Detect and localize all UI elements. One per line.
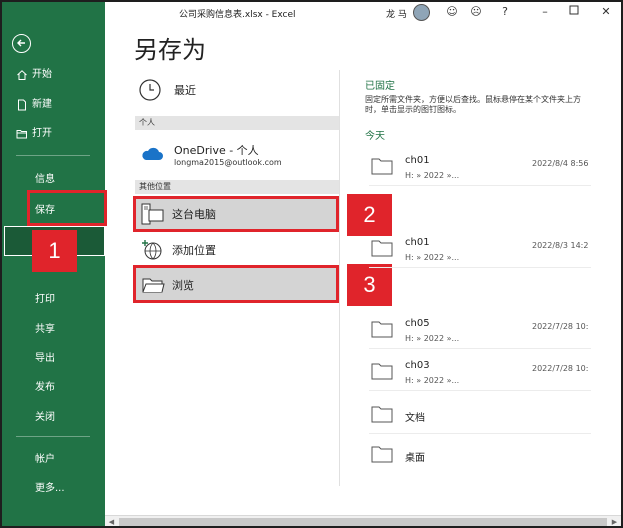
save-highlight-box: [27, 190, 107, 226]
location-label: 添加位置: [172, 244, 216, 257]
folder-item[interactable]: ch03 H: » 2022 »... 2022/7/28 10:: [369, 360, 591, 394]
maximize-icon[interactable]: [567, 5, 581, 19]
folder-date: 2022/8/4 8:56: [532, 159, 589, 168]
sidebar-item-publish[interactable]: 发布: [35, 378, 55, 393]
folder-date: 2022/8/3 14:2: [532, 241, 589, 250]
folder-name: ch01: [405, 237, 430, 248]
callout-2: 2: [347, 194, 392, 236]
folder-path: H: » 2022 »...: [405, 171, 460, 180]
horizontal-scrollbar[interactable]: ◀ ▶: [105, 515, 621, 526]
home-icon: [16, 69, 28, 81]
add-place-globe-icon: [141, 238, 165, 265]
column-divider: [339, 70, 340, 486]
title-bar: 公司采购信息表.xlsx - Excel 龙 马 ☺ ☹ ? – ✕: [105, 2, 621, 24]
folder-item[interactable]: ch05 H: » 2022 »... 2022/7/28 10:: [369, 318, 591, 352]
location-recent[interactable]: 最近: [138, 78, 196, 102]
pinned-description: 固定所需文件夹，方便以后查找。鼠标悬停在某个文件夹上方时，单击显示的图钉图标。: [365, 95, 581, 114]
folder-name: 文档: [405, 413, 425, 424]
folder-icon: [371, 362, 393, 384]
sidebar-item-home[interactable]: 开始: [16, 65, 52, 85]
minimize-icon[interactable]: –: [538, 5, 552, 19]
section-header-personal: 个人: [135, 116, 339, 130]
sidebar-item-new[interactable]: 新建: [16, 95, 52, 115]
folder-name: ch03: [405, 360, 430, 371]
sidebar-item-label: 新建: [32, 99, 52, 110]
section-header-other: 其他位置: [135, 180, 339, 194]
onedrive-name: OneDrive - 个人: [174, 144, 259, 157]
row-divider: [369, 185, 591, 186]
today-title: 今天: [365, 131, 385, 142]
folder-date: 2022/7/28 10:: [532, 364, 589, 373]
folder-path: H: » 2022 »...: [405, 253, 460, 262]
sidebar-item-export[interactable]: 导出: [35, 349, 55, 364]
window-title: 公司采购信息表.xlsx - Excel: [179, 10, 296, 20]
sidebar-item-info[interactable]: 信息: [35, 170, 55, 185]
this-pc-highlight-box: [133, 196, 339, 232]
sidebar-item-label: 打开: [32, 128, 52, 139]
row-divider: [369, 267, 591, 268]
folder-item[interactable]: ch01 H: » 2022 »... 2022/8/4 8:56: [369, 155, 591, 189]
row-divider: [369, 348, 591, 349]
sidebar-item-print[interactable]: 打印: [35, 290, 55, 305]
folder-date: 2022/7/28 10:: [532, 322, 589, 331]
open-folder-icon: [16, 128, 28, 140]
location-label: 最近: [174, 84, 196, 97]
folder-icon: [371, 157, 393, 179]
frown-feedback-icon[interactable]: ☹: [469, 5, 483, 19]
callout-1: 1: [32, 230, 77, 272]
folder-icon: [371, 445, 393, 467]
smile-feedback-icon[interactable]: ☺: [445, 5, 459, 19]
sidebar-item-more[interactable]: 更多...: [35, 479, 65, 494]
scrollbar-thumb[interactable]: [119, 518, 607, 526]
folder-path: H: » 2022 »...: [405, 334, 460, 343]
scroll-right-arrow-icon[interactable]: ▶: [610, 518, 619, 526]
scroll-left-arrow-icon[interactable]: ◀: [107, 518, 116, 526]
row-divider: [369, 433, 591, 434]
sidebar-item-share[interactable]: 共享: [35, 320, 55, 335]
close-icon[interactable]: ✕: [599, 5, 613, 19]
browse-highlight-box: [133, 265, 339, 303]
user-name[interactable]: 龙 马: [386, 7, 407, 20]
sidebar-divider: [16, 436, 90, 437]
new-file-icon: [16, 99, 28, 111]
sidebar-divider: [16, 155, 90, 156]
folder-name: ch05: [405, 318, 430, 329]
location-add-place[interactable]: 添加位置: [135, 232, 339, 266]
excel-backstage-window: 开始 新建 打开 信息 保存 打印 共享 导出 发布 关闭 帐户 更多... 1…: [0, 0, 623, 528]
folder-icon: [371, 320, 393, 342]
folder-item[interactable]: 文档: [369, 403, 591, 437]
row-divider: [369, 390, 591, 391]
back-arrow-icon[interactable]: [12, 34, 31, 53]
sidebar-item-account[interactable]: 帐户: [35, 450, 55, 465]
pinned-title: 已固定: [365, 81, 395, 92]
folder-icon: [371, 405, 393, 427]
folder-name: 桌面: [405, 453, 425, 464]
folder-path: H: » 2022 »...: [405, 376, 460, 385]
folder-icon: [371, 239, 393, 261]
clock-icon: [138, 78, 162, 102]
folder-item[interactable]: 桌面: [369, 443, 591, 477]
cloud-icon: [140, 146, 164, 166]
sidebar-item-close[interactable]: 关闭: [35, 408, 55, 423]
folder-name: ch01: [405, 155, 430, 166]
sidebar-item-label: 开始: [32, 69, 52, 80]
avatar[interactable]: [413, 4, 430, 21]
page-title: 另存为: [134, 36, 206, 64]
onedrive-email: longma2015@outlook.com: [174, 158, 282, 167]
sidebar-item-open[interactable]: 打开: [16, 124, 52, 144]
folder-item[interactable]: ch01 H: » 2022 »... 2022/8/3 14:2: [369, 237, 591, 271]
help-button[interactable]: ?: [498, 5, 512, 19]
